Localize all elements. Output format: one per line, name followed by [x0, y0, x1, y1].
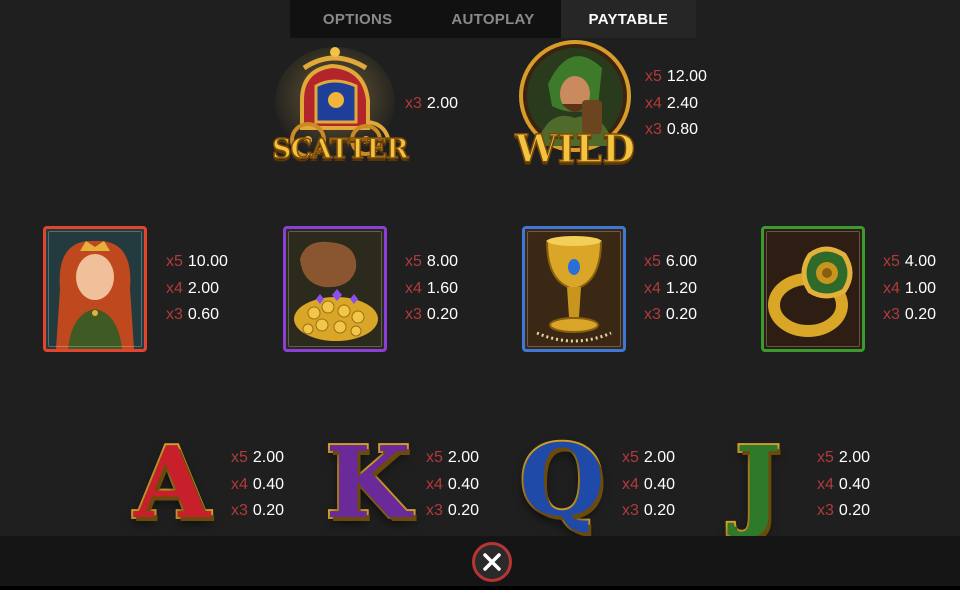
letter-a-pays: x5 2.00 x4 0.40 x3 0.20	[231, 445, 284, 525]
pay-row: x4 1.20	[644, 279, 698, 297]
wild-symbol: WILD	[512, 38, 638, 172]
pay-row: x3 0.20	[883, 306, 937, 323]
pay-row: x5 12.00	[645, 68, 707, 85]
ring-symbol	[761, 226, 865, 352]
paytable-screen: OPTIONS AUTOPLAY PAYTABLE SCATTER x3 2.0…	[0, 0, 960, 590]
pay-row: x3 0.20	[231, 502, 285, 519]
wild-label: WILD	[514, 125, 636, 172]
pay-row: x4 0.40	[817, 475, 871, 493]
pay-row: x5 2.00	[231, 449, 285, 466]
goblet-icon	[536, 236, 612, 343]
close-button[interactable]	[472, 542, 512, 582]
letter-q-pays: x5 2.00 x4 0.40 x3 0.20	[622, 445, 675, 525]
letter-k-symbol: K	[323, 426, 412, 541]
wild-pays: x5 12.00 x4 2.40 x3 0.80	[645, 64, 707, 144]
pay-row: x4 0.40	[622, 475, 676, 493]
close-icon	[483, 553, 501, 571]
tab-autoplay[interactable]: AUTOPLAY	[425, 0, 560, 38]
pay-row: x5 8.00	[405, 253, 459, 270]
pay-row: x5 6.00	[644, 253, 698, 270]
pay-row: x3 0.20	[644, 306, 698, 323]
pay-row: x4 1.00	[883, 279, 937, 297]
pay-row: x4 2.40	[645, 94, 699, 112]
tab-paytable[interactable]: PAYTABLE	[560, 0, 696, 38]
pay-row: x4 2.00	[166, 279, 220, 297]
bottom-edge	[0, 586, 960, 590]
tab-options[interactable]: OPTIONS	[290, 0, 425, 38]
lady-symbol	[43, 226, 147, 352]
letter-j-symbol: J	[733, 426, 783, 541]
pay-row: x3 0.60	[166, 306, 220, 323]
letter-k-pays: x5 2.00 x4 0.40 x3 0.20	[426, 445, 479, 525]
goblet-pays: x5 6.00 x4 1.20 x3 0.20	[644, 249, 697, 329]
tab-bar: OPTIONS AUTOPLAY PAYTABLE	[290, 0, 696, 38]
coin-bag-symbol	[283, 226, 387, 352]
letter-a-symbol: A	[132, 426, 212, 541]
scatter-label: SCATTER	[271, 133, 409, 166]
pay-row: x3 0.80	[645, 121, 699, 138]
pay-row: x3 0.20	[622, 502, 676, 519]
coin-bag-icon	[294, 241, 378, 341]
pay-row: x3 0.20	[426, 502, 480, 519]
ring-pays: x5 4.00 x4 1.00 x3 0.20	[883, 249, 936, 329]
letter-q-symbol: Q	[517, 424, 606, 539]
pay-row: x5 10.00	[166, 253, 228, 270]
pay-row: x3 0.20	[817, 502, 871, 519]
pay-row: x5 4.00	[883, 253, 937, 270]
pay-row: x4 1.60	[405, 279, 459, 297]
coin-bag-pays: x5 8.00 x4 1.60 x3 0.20	[405, 249, 458, 329]
scatter-pays: x3 2.00	[405, 91, 458, 118]
pay-row: x5 2.00	[426, 449, 480, 466]
lady-icon	[56, 240, 134, 349]
pay-row: x5 2.00	[817, 449, 871, 466]
pay-row: x5 2.00	[622, 449, 676, 466]
scatter-symbol: SCATTER	[271, 42, 409, 170]
pay-row: x4 0.40	[231, 475, 285, 493]
ring-icon	[768, 246, 853, 337]
lady-pays: x5 10.00 x4 2.00 x3 0.60	[166, 249, 228, 329]
letter-j-pays: x5 2.00 x4 0.40 x3 0.20	[817, 445, 870, 525]
pay-row: x4 0.40	[426, 475, 480, 493]
goblet-symbol	[522, 226, 626, 352]
pay-row: x3 0.20	[405, 306, 459, 323]
pay-row: x3 2.00	[405, 95, 459, 112]
